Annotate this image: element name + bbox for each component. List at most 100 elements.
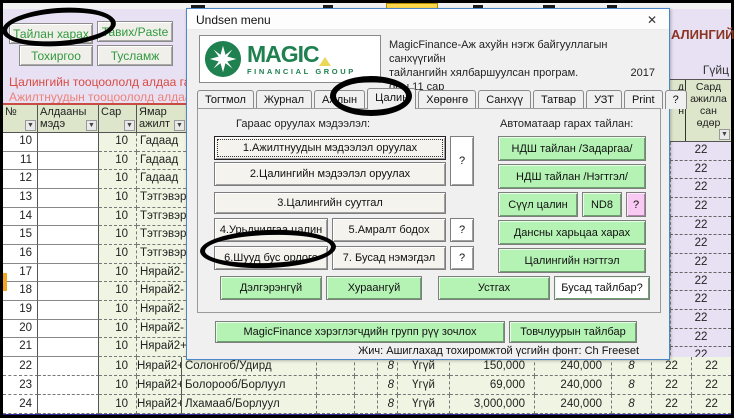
cell-amount[interactable]: 3,000,000 <box>450 395 535 414</box>
salary-deduction-button[interactable]: 3.Цалингийн суутгал <box>214 192 446 214</box>
other-additions-button[interactable]: 7. Бусад нэмэгдэл <box>332 246 446 270</box>
cell-no[interactable]: 15 <box>3 226 38 245</box>
cell-error[interactable] <box>38 282 99 301</box>
cell-days[interactable]: 22 <box>670 235 731 254</box>
detailed-button[interactable]: Дэлгэрэнгүй <box>220 276 322 300</box>
cell-type[interactable]: Нярай2- <box>137 320 186 339</box>
cell-days2[interactable]: 22 <box>692 357 731 376</box>
cell-month[interactable]: 10 <box>99 282 137 301</box>
cell-month[interactable]: 10 <box>99 357 137 376</box>
salary-data-button[interactable]: 2.Цалингийн мэдээлэл оруулах <box>214 162 446 186</box>
filter-arrow-icon[interactable]: ▼ <box>174 120 185 131</box>
cell-days[interactable]: 22 <box>670 179 731 198</box>
cell-type[interactable]: Нярай2- <box>137 282 186 301</box>
cell-no[interactable]: 12 <box>3 170 38 189</box>
cell-error[interactable] <box>38 301 99 320</box>
cell-type[interactable]: Гадаад <box>137 170 186 189</box>
filter-arrow-icon[interactable]: ▼ <box>719 129 730 140</box>
cell-error[interactable] <box>38 189 99 208</box>
cell-empty[interactable] <box>317 395 355 414</box>
cell-days2[interactable]: 22 <box>692 376 731 395</box>
cell-type[interactable]: Тэтгэвэр <box>137 245 186 264</box>
last-salary-button[interactable]: Сүүл цалин <box>498 192 578 217</box>
cell-error[interactable] <box>38 170 99 189</box>
tab-tatvar[interactable]: Татвар <box>533 90 584 109</box>
dialog-titlebar[interactable]: Undsen menu ✕ <box>187 9 669 30</box>
cell-month[interactable]: 10 <box>99 301 137 320</box>
cell-days[interactable]: 22 <box>670 198 731 217</box>
account-balance-button[interactable]: Дансны харьцаа харах <box>498 220 646 245</box>
cell-flag[interactable]: Үгүй <box>398 395 450 414</box>
cell-hours[interactable]: 8 <box>378 395 398 414</box>
other-comment-button[interactable]: Бусад тайлбар? <box>554 276 650 300</box>
help-button[interactable]: Тусламж <box>97 45 173 66</box>
filter-arrow-icon[interactable]: ▼ <box>124 120 135 131</box>
cell-type[interactable]: Нярай2+ <box>137 395 182 414</box>
cell-base-salary[interactable]: 240,000 <box>535 376 612 395</box>
tab-uzt[interactable]: УЗТ <box>586 90 622 109</box>
cell-days[interactable]: 22 <box>670 291 731 310</box>
help-button-12[interactable]: ? <box>450 136 474 186</box>
cell-no[interactable]: 18 <box>3 282 38 301</box>
cell-days[interactable]: 22 <box>670 161 731 180</box>
delete-button[interactable]: Устгах <box>438 276 550 300</box>
tab-sankhuu[interactable]: Санхүү <box>478 90 531 109</box>
cell-month[interactable]: 10 <box>99 152 137 171</box>
cell-error[interactable] <box>38 376 99 395</box>
cell-hours[interactable]: 8 <box>378 376 398 395</box>
cell-type[interactable]: Нярай2+ <box>137 357 182 376</box>
cell-month[interactable]: 10 <box>99 320 137 339</box>
cell-days1[interactable]: 22 <box>652 376 692 395</box>
cell-type[interactable]: Нярай2- <box>137 264 186 283</box>
cell-hours2[interactable]: 8 <box>612 395 652 414</box>
employees-data-button[interactable]: 1.Ажилтнуудын мэдээлэл оруулах <box>214 136 446 160</box>
ndsh-report-detail-button[interactable]: НДШ тайлан /Задаргаа/ <box>498 136 646 161</box>
cell-no[interactable]: 16 <box>3 245 38 264</box>
cell-error[interactable] <box>38 264 99 283</box>
ndsh-report-summary-button[interactable]: НДШ тайлан /Нэгтгэл/ <box>498 164 646 189</box>
filter-arrow-icon[interactable]: ▼ <box>25 120 36 131</box>
cell-no[interactable]: 19 <box>3 301 38 320</box>
cell-month[interactable]: 10 <box>99 133 137 152</box>
cell-days[interactable]: 22 <box>670 254 731 273</box>
shortcut-info-button[interactable]: Товчлуурын тайлбар <box>509 321 637 343</box>
visit-group-button[interactable]: MagicFinance хэрэглэгчдийн групп рүү зоч… <box>215 321 505 343</box>
cell-base-salary[interactable]: 240,000 <box>535 395 612 414</box>
cell-type[interactable]: Нярай2- <box>137 301 186 320</box>
cell-error[interactable] <box>38 338 99 357</box>
cell-no[interactable]: 10 <box>3 133 38 152</box>
cell-hours2[interactable]: 8 <box>612 376 652 395</box>
cell-error[interactable] <box>38 208 99 227</box>
cell-no[interactable]: 20 <box>3 320 38 339</box>
cell-type[interactable]: Гадаад <box>137 133 186 152</box>
cell-error[interactable] <box>38 395 99 414</box>
cell-name[interactable]: Лхамааб/Борлуул <box>182 395 317 414</box>
cell-no[interactable]: 17 <box>3 264 38 283</box>
filter-arrow-icon[interactable]: ▼ <box>86 120 97 131</box>
cell-type[interactable]: Нярай2+ <box>137 338 186 357</box>
cell-month[interactable]: 10 <box>99 189 137 208</box>
cell-days[interactable]: 22 <box>670 310 731 329</box>
brief-button[interactable]: Хураангуй <box>326 276 422 300</box>
cell-type[interactable]: Нярай2+ <box>137 376 182 395</box>
cell-month[interactable]: 10 <box>99 376 137 395</box>
cell-error[interactable] <box>38 357 99 376</box>
cell-no[interactable]: 21 <box>3 338 38 357</box>
close-icon[interactable]: ✕ <box>644 12 660 28</box>
cell-days[interactable]: 22 <box>670 142 731 161</box>
cell-name[interactable]: Болорооб/Борлуул <box>182 376 317 395</box>
cell-type[interactable]: Тэтгэвэр <box>137 226 186 245</box>
cell-type[interactable]: Гадаад <box>137 152 186 171</box>
tab-khurungu[interactable]: Хөрөнгө <box>418 90 476 109</box>
cell-error[interactable] <box>38 245 99 264</box>
cell-no[interactable]: 23 <box>3 376 38 395</box>
help-button-pink[interactable]: ? <box>626 192 646 217</box>
tab-jurnal[interactable]: Журнал <box>256 90 312 109</box>
cell-error[interactable] <box>38 320 99 339</box>
cell-month[interactable]: 10 <box>99 170 137 189</box>
cell-days[interactable]: 22 <box>670 273 731 292</box>
cell-days1[interactable]: 22 <box>652 395 692 414</box>
cell-error[interactable] <box>38 226 99 245</box>
cell-amount[interactable]: 69,000 <box>450 376 535 395</box>
settings-button[interactable]: Тохиргоо <box>19 45 93 66</box>
